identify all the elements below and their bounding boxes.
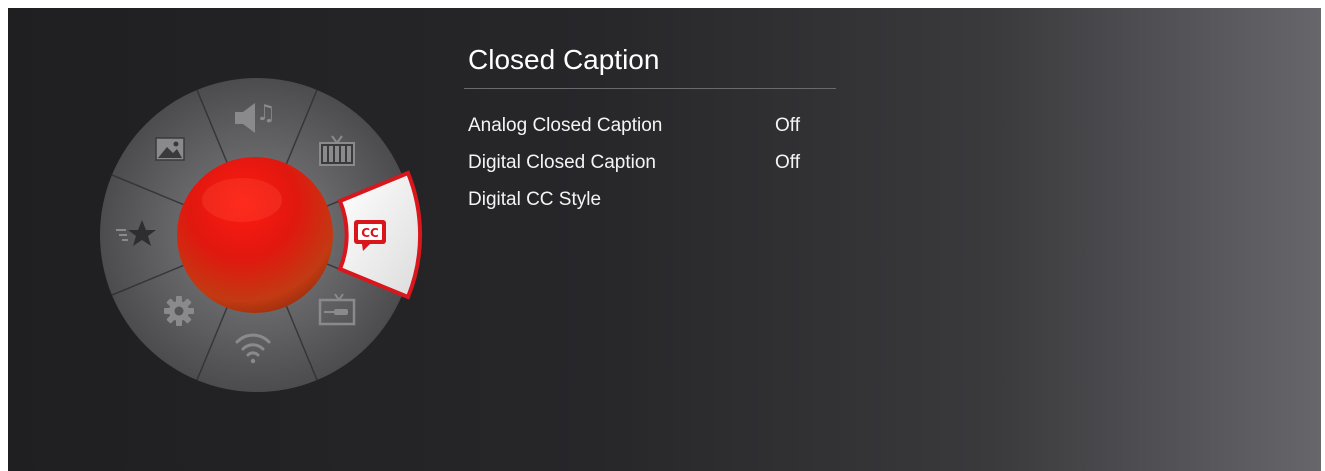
title-divider [464, 88, 836, 89]
digital-closed-caption-value: Off [775, 152, 800, 173]
digital-closed-caption-label: Digital Closed Caption [468, 152, 656, 173]
caption-options-list: Analog Closed Caption Off Digital Closed… [460, 107, 840, 218]
analog-closed-caption-item[interactable]: Analog Closed Caption Off [460, 107, 840, 144]
menu-wheel: ♫ CC [92, 70, 423, 400]
svg-text:CC: CC [361, 226, 379, 240]
picture-icon[interactable] [155, 137, 185, 161]
digital-cc-style-label: Digital CC Style [468, 189, 602, 210]
digital-closed-caption-item[interactable]: Digital Closed Caption Off [460, 144, 840, 181]
page-title: Closed Caption [468, 44, 660, 75]
digital-cc-style-item[interactable]: Digital CC Style [460, 181, 840, 218]
analog-closed-caption-label: Analog Closed Caption [468, 115, 663, 136]
svg-text:♫: ♫ [256, 101, 276, 126]
analog-closed-caption-value: Off [775, 115, 800, 136]
closed-caption-panel: Closed Caption Analog Closed Caption Off… [460, 36, 840, 218]
tv-screen: ♫ CC Closed Caption Analog Closed Captio… [8, 8, 1321, 471]
settings-icon[interactable] [164, 296, 194, 326]
